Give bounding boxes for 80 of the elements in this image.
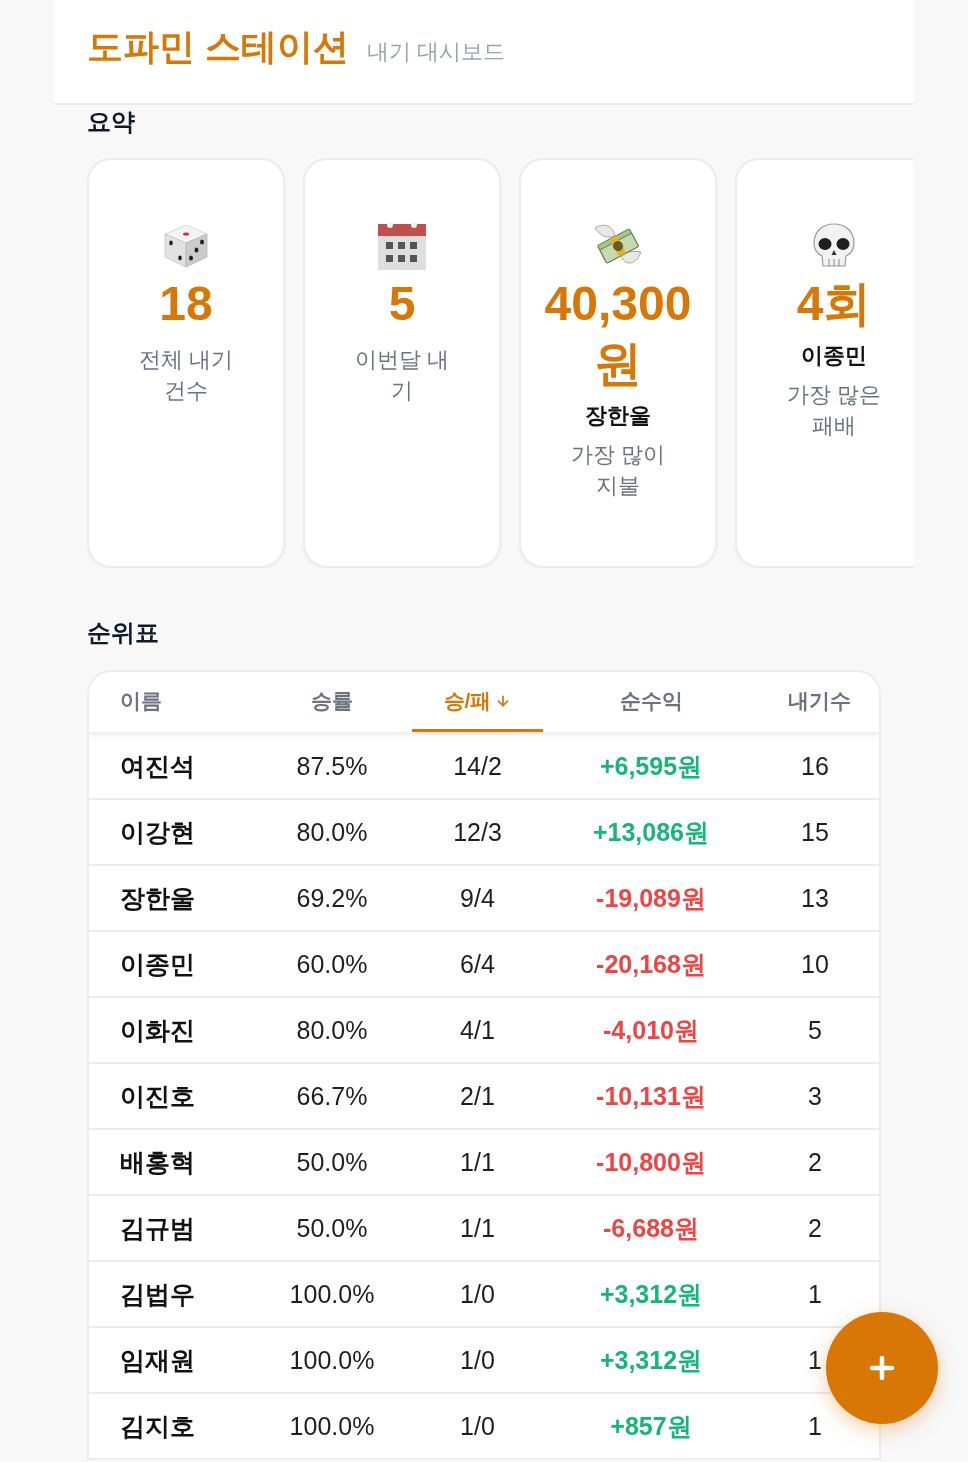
column-header[interactable]: 순수익 (543, 672, 759, 732)
win-rate: 87.5% (296, 751, 368, 782)
win-rate: 100.0% (289, 1279, 375, 1310)
net-profit: -6,688원 (603, 1213, 699, 1244)
player-name: 임재원 (120, 1345, 195, 1376)
player-name: 장한울 (585, 402, 651, 430)
bet-count: 1 (808, 1411, 822, 1442)
player-name: 장한울 (120, 883, 195, 914)
bet-count: 10 (801, 949, 829, 980)
win-rate: 100.0% (289, 1345, 375, 1376)
win-loss-record: 1/0 (460, 1279, 495, 1310)
stat-label: 전체 내기 건수 (137, 346, 235, 405)
win-loss-record: 9/4 (460, 883, 495, 914)
win-rate: 66.7% (296, 1081, 368, 1112)
section-title: 요약 (87, 107, 135, 137)
net-profit: +3,312원 (599, 1279, 703, 1310)
net-profit: -19,089원 (596, 883, 706, 914)
section-title: 순위표 (87, 618, 159, 648)
player-name: 이종민 (801, 342, 867, 370)
win-loss-record: 14/2 (453, 751, 502, 782)
net-profit: -10,800원 (596, 1147, 706, 1178)
player-name: 이강현 (120, 817, 195, 848)
column-header[interactable]: 승률 (252, 672, 412, 732)
win-rate: 100.0% (289, 1411, 375, 1442)
column-header[interactable]: 이름 (89, 672, 252, 732)
win-loss-record: 6/4 (460, 949, 495, 980)
win-rate: 50.0% (296, 1147, 368, 1178)
win-loss-record: 1/1 (460, 1147, 495, 1178)
bet-count: 2 (808, 1147, 822, 1178)
net-profit: -20,168원 (596, 949, 706, 980)
player-name: 이진호 (120, 1081, 195, 1112)
column-header[interactable]: 내기수 (759, 672, 879, 732)
win-loss-record: 4/1 (460, 1015, 495, 1046)
bet-count: 16 (801, 751, 829, 782)
column-header[interactable]: 승/패 (412, 672, 543, 732)
add-button[interactable] (826, 1312, 938, 1424)
win-rate: 80.0% (296, 817, 368, 848)
stat-value: 4 (796, 276, 824, 332)
win-loss-record: 1/1 (460, 1213, 495, 1244)
net-profit: +13,086원 (592, 817, 710, 848)
win-loss-record: 2/1 (460, 1081, 495, 1112)
stat-value: 5 (388, 276, 416, 332)
win-loss-record: 12/3 (453, 817, 502, 848)
win-loss-record: 1/0 (460, 1411, 495, 1442)
player-name: 이화진 (120, 1015, 195, 1046)
dice-icon (162, 222, 210, 270)
calendar-icon (378, 222, 426, 270)
player-name: 김규범 (120, 1213, 195, 1244)
net-profit: +3,312원 (599, 1345, 703, 1376)
net-profit: +6,595원 (599, 751, 703, 782)
app-title: 도파민 스테이션 (87, 25, 349, 69)
skull-icon (810, 222, 858, 270)
bet-count: 13 (801, 883, 829, 914)
stat-unit: 원 (594, 336, 642, 392)
win-rate: 60.0% (296, 949, 368, 980)
player-name: 김법우 (120, 1279, 195, 1310)
stat-label: 가장 많이 지불 (569, 441, 667, 500)
player-name: 여진석 (120, 751, 195, 782)
win-loss-record: 1/0 (460, 1345, 495, 1376)
bet-count: 1 (808, 1279, 822, 1310)
bet-count: 15 (801, 817, 829, 848)
win-rate: 50.0% (296, 1213, 368, 1244)
player-name: 김지호 (120, 1411, 195, 1442)
win-rate: 69.2% (296, 883, 368, 914)
stat-label: 이번달 내기 (353, 346, 451, 405)
bet-count: 1 (808, 1345, 822, 1376)
stat-unit: 회 (823, 276, 872, 332)
stat-value: 18 (159, 276, 213, 332)
player-name: 이종민 (120, 949, 195, 980)
net-profit: +857원 (610, 1411, 692, 1442)
stat-value: 40,300 (544, 276, 692, 332)
bet-count: 5 (808, 1015, 822, 1046)
net-profit: -4,010원 (603, 1015, 699, 1046)
app-subtitle: 내기 대시보드 (367, 38, 506, 66)
bet-count: 2 (808, 1213, 822, 1244)
bet-count: 3 (808, 1081, 822, 1112)
stat-label: 가장 많은 패배 (785, 381, 883, 440)
win-rate: 80.0% (296, 1015, 368, 1046)
player-name: 배홍혁 (120, 1147, 195, 1178)
net-profit: -10,131원 (596, 1081, 706, 1112)
